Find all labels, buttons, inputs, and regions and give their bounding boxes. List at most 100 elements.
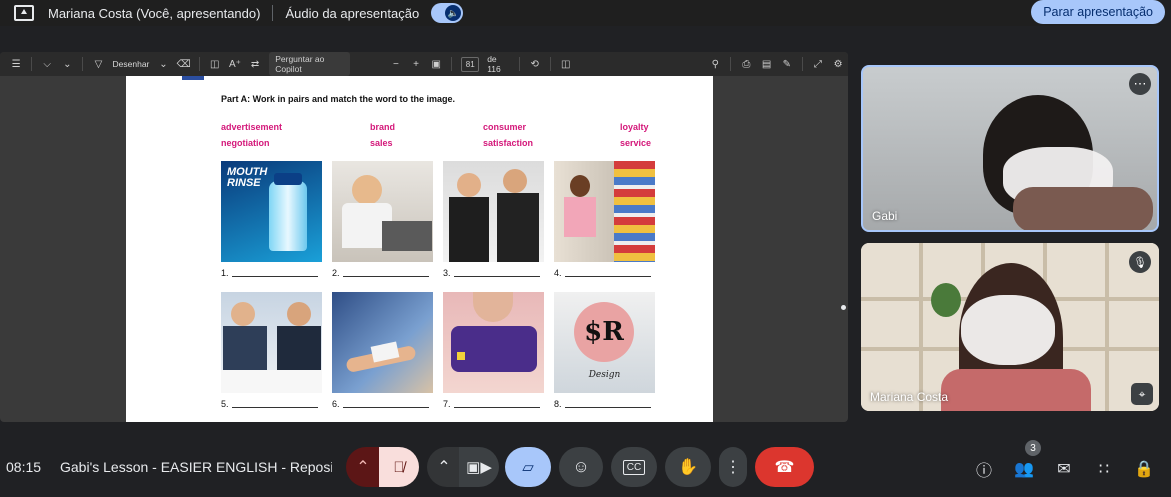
presenter-label: Mariana Costa (Você, apresentando) (48, 5, 261, 21)
emoji-icon: ☺ (572, 457, 590, 476)
divider (518, 57, 520, 71)
crop-icon[interactable]: ⌖ (1131, 383, 1153, 405)
audio-settings-button[interactable]: ⌃ (346, 447, 380, 487)
text-box-icon[interactable]: ◫ (208, 57, 222, 71)
answer-line-4[interactable]: 4. (554, 268, 651, 278)
participant-tile-gabi[interactable]: ⋯ Gabi (861, 65, 1159, 232)
checkbox-shape (457, 352, 465, 360)
bottle-cap (274, 173, 302, 185)
fullscreen-icon[interactable]: ⤢ (811, 57, 825, 71)
contents-icon[interactable]: ☰ (9, 57, 23, 71)
participant-name: Mariana Costa (870, 390, 949, 404)
settings-icon[interactable]: ⚙ (831, 57, 845, 71)
activities-icon[interactable]: ∷ (1092, 457, 1116, 481)
blank-line (564, 276, 651, 277)
present-screen-button[interactable]: ▱ (505, 447, 551, 487)
reactions-button[interactable]: ☺ (559, 447, 603, 487)
captions-button[interactable]: CC (611, 447, 657, 487)
fit-page-icon[interactable]: ▣ (429, 57, 443, 71)
more-options-button[interactable]: ⋮ (719, 447, 747, 487)
hang-up-icon: ☎ (774, 459, 795, 476)
bottle-shape (269, 181, 307, 251)
pdf-page: Part A: Work in pairs and match the word… (126, 76, 713, 422)
read-aloud-icon[interactable]: A⁺ (228, 57, 242, 71)
chat-icon[interactable]: ✉ (1052, 457, 1076, 481)
camera-icon: ▣▶ (466, 459, 492, 476)
store-shelf (614, 161, 655, 262)
draw-label[interactable]: Desenhar (113, 59, 150, 69)
camera-toggle-button[interactable]: ▣▶ (459, 447, 499, 487)
print-icon[interactable]: ⎙ (739, 57, 753, 71)
more-options-icon[interactable]: ⋯ (1129, 73, 1151, 95)
page-view-icon[interactable]: ◫ (559, 57, 573, 71)
person-head (231, 302, 255, 326)
search-icon[interactable]: ⚲ (708, 57, 722, 71)
stop-presenting-button[interactable]: Parar apresentação (1031, 0, 1165, 24)
brand-logo-text: $R (574, 302, 634, 362)
image-service-waiters (443, 161, 544, 262)
answer-number: 4. (554, 268, 562, 278)
answer-line-3[interactable]: 3. (443, 268, 540, 278)
page-tab-marker (182, 76, 204, 80)
person-head (457, 173, 481, 197)
blank-line (453, 407, 540, 408)
blank-line (342, 276, 429, 277)
mic-off-icon: 🎙 (1129, 251, 1151, 273)
translate-icon[interactable]: ⇄ (248, 57, 262, 71)
person-body (1013, 187, 1153, 230)
divider (272, 5, 274, 21)
ask-copilot-button[interactable]: Perguntar ao Copilot (269, 52, 351, 76)
meeting-time: 08:15 (6, 459, 42, 475)
save-icon[interactable]: ▤ (760, 57, 774, 71)
eraser-icon[interactable]: ⌫ (177, 57, 191, 71)
answer-line-1[interactable]: 1. (221, 268, 318, 278)
answer-line-2[interactable]: 2. (332, 268, 429, 278)
presentation-audio-toggle[interactable]: 🔈 (431, 3, 464, 23)
leave-call-button[interactable]: ☎ (755, 447, 814, 487)
raise-hand-button[interactable]: ✋ (665, 447, 711, 487)
divider (730, 57, 732, 71)
shared-screen: ☰ ⌵ ⌄ ▽ Desenhar ⌄ ⌫ ◫ A⁺ ⇄ Perguntar ao… (0, 52, 848, 422)
word-negotiation: negotiation (221, 138, 270, 148)
blank-line (231, 407, 318, 408)
plant-shape (931, 283, 961, 317)
table-shape (221, 370, 322, 393)
answer-line-5[interactable]: 5. (221, 399, 318, 409)
meeting-info-icon[interactable]: ⓘ (972, 457, 996, 481)
word-satisfaction: satisfaction (483, 138, 534, 148)
answer-line-8[interactable]: 8. (554, 399, 651, 409)
people-icon[interactable]: 👥 (1012, 457, 1036, 481)
answer-line-7[interactable]: 7. (443, 399, 540, 409)
word-sales: sales (370, 138, 393, 148)
divider (801, 57, 803, 71)
chevron-down-icon[interactable]: ⌄ (60, 57, 74, 71)
page-number-input[interactable]: 81 (461, 56, 480, 72)
chevron-up-icon: ⌃ (356, 459, 370, 476)
answer-line-6[interactable]: 6. (332, 399, 429, 409)
host-controls-icon[interactable]: 🔒 (1132, 457, 1156, 481)
chevron-up-icon: ⌃ (437, 459, 451, 476)
answer-number: 8. (554, 399, 562, 409)
exercise-instruction: Part A: Work in pairs and match the word… (221, 94, 456, 104)
participant-tile-mariana[interactable]: 🎙 ⌖ Mariana Costa (861, 243, 1159, 411)
zoom-in-icon[interactable]: + (409, 57, 423, 71)
zoom-out-icon[interactable]: − (389, 57, 403, 71)
microphone-toggle-button[interactable]: 🎙̸ (379, 447, 419, 487)
video-settings-button[interactable]: ⌃ (427, 447, 461, 487)
blank-line (231, 276, 318, 277)
word-loyalty: loyalty (620, 122, 649, 132)
highlight-icon[interactable]: ⌵ (40, 57, 54, 71)
blank-line (564, 407, 651, 408)
person-body (277, 326, 321, 370)
save-as-icon[interactable]: ✎ (780, 57, 794, 71)
draw-icon[interactable]: ▽ (91, 57, 105, 71)
participant-name: Gabi (872, 209, 898, 223)
person-head (352, 175, 382, 205)
rotate-icon[interactable]: ⟲ (528, 57, 542, 71)
word-consumer: consumer (483, 122, 527, 132)
person-body (564, 197, 596, 237)
chevron-down-icon[interactable]: ⌄ (156, 57, 170, 71)
meeting-title: Gabi's Lesson - EASIER ENGLISH - Reposiç… (60, 459, 332, 475)
answer-number: 5. (221, 399, 229, 409)
speaker-icon: 🔈 (445, 5, 462, 21)
